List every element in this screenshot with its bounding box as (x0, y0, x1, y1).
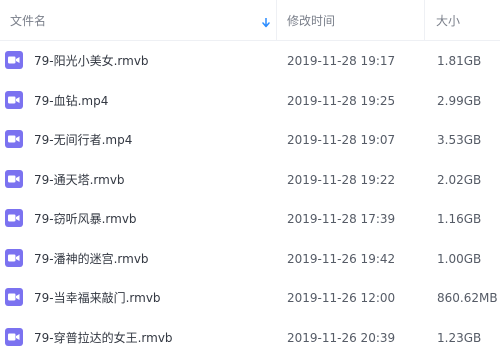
file-row[interactable]: 79-血钻.mp4 2019-11-28 19:25 2.99GB (0, 81, 500, 121)
file-row[interactable]: 79-当幸福来敲门.rmvb 2019-11-26 12:00 860.62MB (0, 278, 500, 318)
column-divider[interactable] (276, 0, 277, 40)
file-name[interactable]: 79-当幸福来敲门.rmvb (34, 278, 274, 318)
file-row[interactable]: 79-无间行者.mp4 2019-11-28 19:07 3.53GB (0, 120, 500, 160)
file-modified-time: 2019-11-26 20:39 (287, 330, 396, 345)
file-name[interactable]: 79-无间行者.mp4 (34, 120, 274, 160)
video-file-icon (5, 209, 23, 227)
file-size: 860.62MB (437, 291, 498, 305)
file-name[interactable]: 79-通天塔.rmvb (34, 160, 274, 200)
file-row[interactable]: 79-穿普拉达的女王.rmvb 2019-11-26 20:39 1.23GB (0, 318, 500, 356)
file-modified-time: 2019-11-28 17:39 (287, 212, 396, 226)
video-file-icon (5, 248, 23, 267)
video-file-icon (5, 327, 23, 346)
column-header-size[interactable]: 大小 (436, 0, 496, 40)
video-file-icon (5, 90, 23, 109)
video-file-icon (5, 169, 23, 188)
file-modified-time: 2019-11-26 12:00 (287, 291, 396, 305)
file-rows: 79-阳光小美女.rmvb 2019-11-28 19:17 1.81GB 79-血钻… (0, 41, 500, 356)
file-name[interactable]: 79-穿普拉达的女王.rmvb (34, 318, 274, 356)
arrow-down-icon[interactable] (262, 17, 270, 28)
file-name[interactable]: 79-血钻.mp4 (34, 81, 274, 121)
column-header-modified[interactable]: 修改时间 (287, 0, 417, 40)
file-name[interactable]: 79-阳光小美女.rmvb (34, 41, 274, 81)
file-modified-time: 2019-11-28 19:07 (287, 133, 396, 147)
video-file-icon (5, 288, 23, 306)
column-divider[interactable] (424, 0, 425, 40)
file-modified-time: 2019-11-26 19:42 (287, 251, 396, 266)
file-size: 2.02GB (437, 172, 482, 187)
file-size: 1.16GB (437, 212, 482, 226)
file-size: 1.00GB (437, 251, 482, 266)
video-file-icon (5, 130, 23, 148)
file-row[interactable]: 79-阳光小美女.rmvb 2019-11-28 19:17 1.81GB (0, 41, 500, 81)
video-file-icon (5, 51, 23, 69)
file-list: 文件名 修改时间 大小 79-阳光小美女.rmvb 2019-11-28 19:1… (0, 0, 500, 356)
file-name[interactable]: 79-潘神的迷宫.rmvb (34, 239, 274, 279)
file-modified-time: 2019-11-28 19:25 (287, 93, 396, 108)
file-row[interactable]: 79-潘神的迷宫.rmvb 2019-11-26 19:42 1.00GB (0, 239, 500, 279)
file-size: 3.53GB (437, 133, 482, 147)
file-size: 1.23GB (437, 330, 482, 345)
file-list-header: 文件名 修改时间 大小 (0, 0, 500, 41)
file-size: 2.99GB (437, 93, 482, 108)
file-size: 1.81GB (437, 54, 482, 68)
file-row[interactable]: 79-通天塔.rmvb 2019-11-28 19:22 2.02GB (0, 160, 500, 200)
file-row[interactable]: 79-窃听风暴.rmvb 2019-11-28 17:39 1.16GB (0, 199, 500, 239)
file-name[interactable]: 79-窃听风暴.rmvb (34, 199, 274, 239)
column-header-name[interactable]: 文件名 (10, 0, 276, 40)
file-modified-time: 2019-11-28 19:17 (287, 54, 396, 68)
file-modified-time: 2019-11-28 19:22 (287, 172, 396, 187)
